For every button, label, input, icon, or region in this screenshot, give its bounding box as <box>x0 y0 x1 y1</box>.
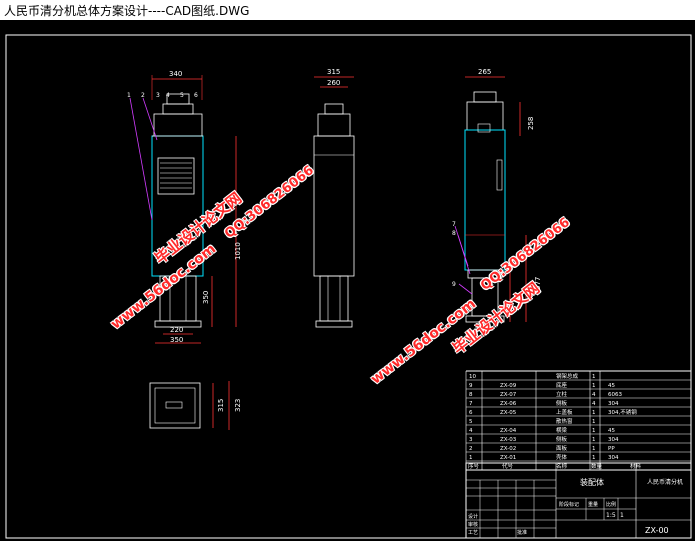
dim-front-base-w1: 220 <box>170 326 183 334</box>
tb-scale-label: 比例 <box>606 501 616 508</box>
bom-row-no: 8 <box>469 392 473 398</box>
bom-row-no: 1 <box>469 455 473 461</box>
dim-right-top-h: 258 <box>527 117 535 130</box>
side-view: 315 260 <box>313 68 355 328</box>
bom-row-material: PP <box>608 446 615 452</box>
bom-row-qty: 4 <box>592 392 596 398</box>
bom-row-material: 304 <box>608 455 619 461</box>
bom-row-no: 6 <box>469 410 473 416</box>
dim-top-h1: 315 <box>217 399 225 412</box>
window-titlebar: 人民币清分机总体方案设计----CAD图纸.DWG <box>0 0 695 20</box>
cad-drawing: 340 1010 350 220 350 1 2 3 4 5 6 315 260… <box>5 34 692 539</box>
bom-row-no: 4 <box>469 428 473 434</box>
dim-front-height: 1010 <box>234 242 242 260</box>
tb-weight-label: 重量 <box>588 501 598 508</box>
bom-row-material: 304,不锈钢 <box>608 408 637 416</box>
tb-stage-label: 阶段标记 <box>559 501 579 508</box>
bom-row-material: 304 <box>608 401 619 407</box>
title-block: 装配体 人民币清分机 ZX-00 1:5 1 阶段标记 重量 比例 设计 审核 … <box>465 462 692 539</box>
dim-front-base-h: 350 <box>202 291 210 304</box>
dim-side-width2: 260 <box>327 79 340 87</box>
tb-drawing-name: 装配体 <box>580 477 604 487</box>
bom-row-material: 6063 <box>608 392 622 398</box>
cad-canvas[interactable]: 340 1010 350 220 350 1 2 3 4 5 6 315 260… <box>0 20 695 541</box>
bom-row-name: 侧板 <box>556 399 568 407</box>
bom-row-qty: 1 <box>592 446 596 452</box>
bom-row-name: 侧板 <box>556 435 568 443</box>
callout-8: 8 <box>452 230 456 237</box>
bom-row-code: ZX-07 <box>500 392 517 398</box>
callout-4: 4 <box>166 92 170 99</box>
tb-company: 人民币清分机 <box>647 478 683 486</box>
bom-row-material: 45 <box>608 428 615 434</box>
bom-row-name: 底座 <box>556 381 568 389</box>
callout-3: 3 <box>156 92 160 99</box>
bom-table: 10 钢架总成 19 ZX-09 底座 1 458 ZX-07 立柱 4 60637 ZX-06 侧板 4… <box>465 370 692 471</box>
bom-row-qty: 1 <box>592 419 596 425</box>
callout-9: 9 <box>452 281 456 288</box>
dim-right-width: 265 <box>478 68 491 76</box>
bom-row-code: ZX-01 <box>500 455 516 461</box>
dim-top-h2: 323 <box>234 399 242 412</box>
bom-row-qty: 4 <box>592 401 596 407</box>
bom-row-no: 2 <box>469 446 473 452</box>
bom-row-code: ZX-04 <box>500 428 517 434</box>
window-title: 人民币清分机总体方案设计----CAD图纸.DWG <box>4 4 250 18</box>
bom-row-name: 钢架总成 <box>556 372 579 380</box>
bom-row-code: ZX-09 <box>500 383 517 389</box>
tb-drawing-no: ZX-00 <box>645 526 669 535</box>
bom-row-code: ZX-06 <box>500 401 517 407</box>
dim-front-width: 340 <box>169 70 182 78</box>
bom-row-material: 304 <box>608 437 619 443</box>
bom-row-qty: 1 <box>592 374 596 380</box>
bom-row-code: ZX-03 <box>500 437 517 443</box>
bom-row-qty: 1 <box>592 455 596 461</box>
dim-side-width: 315 <box>327 68 340 76</box>
bom-row-code: ZX-02 <box>500 446 516 452</box>
bom-row-name: 横梁 <box>556 426 568 434</box>
bom-row-qty: 1 <box>592 410 596 416</box>
bom-row-name: 面板 <box>556 444 568 452</box>
bom-row-no: 5 <box>469 419 473 425</box>
callout-7: 7 <box>452 221 456 228</box>
tb-ratio: 1:5 <box>606 512 616 519</box>
tb-design-label: 设计 <box>468 513 478 520</box>
bom-row-qty: 1 <box>592 437 596 443</box>
tb-check-label: 审核 <box>468 521 478 528</box>
tb-process-label: 工艺 <box>468 530 478 536</box>
bom-row-name: 壳体 <box>556 453 568 461</box>
callout-1: 1 <box>127 92 131 99</box>
bom-row-name: 立柱 <box>556 390 568 398</box>
bom-row-no: 10 <box>469 374 476 380</box>
bom-row-no: 9 <box>469 383 473 389</box>
tb-sheet: 1 <box>620 512 624 519</box>
dim-front-base-w2: 350 <box>170 336 183 344</box>
callout-2: 2 <box>141 92 145 99</box>
bom-row-qty: 1 <box>592 383 596 389</box>
callout-6: 6 <box>194 92 198 99</box>
tb-approve-label: 批准 <box>517 529 527 536</box>
callout-5: 5 <box>180 92 184 99</box>
top-view: 315 323 <box>149 381 242 430</box>
bom-row-code: ZX-05 <box>500 410 517 416</box>
bom-row-no: 3 <box>469 437 473 443</box>
bom-row-qty: 1 <box>592 428 596 434</box>
bom-row-material: 45 <box>608 383 615 389</box>
bom-row-name: 散热窗 <box>556 417 573 425</box>
bom-row-name: 上盖板 <box>556 408 573 416</box>
bom-row-no: 7 <box>469 401 473 407</box>
